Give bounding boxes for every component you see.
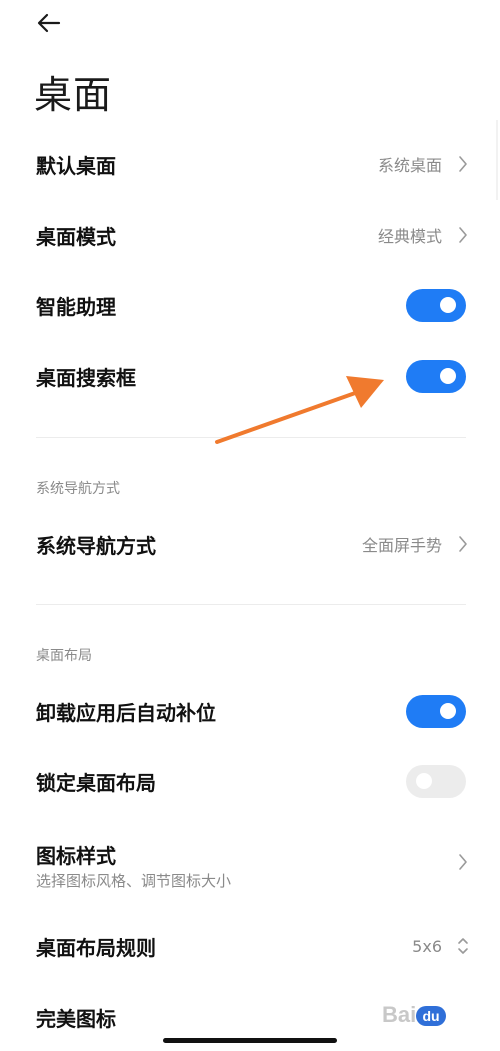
layout-rule-value: 5x6 bbox=[412, 936, 442, 956]
chevron-right-icon bbox=[456, 225, 470, 245]
lock-layout-label: 锁定桌面布局 bbox=[36, 770, 156, 795]
chevron-right-icon bbox=[456, 154, 470, 174]
icon-style-sublabel: 选择图标风格、调节图标大小 bbox=[36, 872, 232, 890]
home-indicator[interactable] bbox=[163, 1038, 337, 1043]
desktop-search-box-toggle[interactable] bbox=[406, 359, 466, 393]
arrow-left-icon bbox=[37, 13, 61, 33]
divider bbox=[36, 604, 466, 605]
watermark-text: Bai bbox=[382, 1002, 417, 1027]
default-desktop-label: 默认桌面 bbox=[36, 153, 116, 178]
auto-fill-row: 卸载应用后自动补位 bbox=[0, 681, 500, 741]
section-header-navigation: 系统导航方式 bbox=[36, 481, 120, 497]
default-desktop-row[interactable]: 默认桌面 系统桌面 bbox=[0, 134, 500, 194]
desktop-mode-value: 经典模式 bbox=[377, 227, 442, 246]
nav-mode-value: 全面屏手势 bbox=[361, 536, 442, 555]
nav-mode-row[interactable]: 系统导航方式 全面屏手势 bbox=[0, 514, 500, 574]
icon-style-label: 图标样式 bbox=[36, 844, 116, 868]
toggle-knob bbox=[440, 703, 456, 719]
smart-assistant-toggle[interactable] bbox=[406, 288, 466, 322]
nav-mode-label: 系统导航方式 bbox=[36, 533, 156, 558]
divider bbox=[36, 437, 466, 438]
lock-layout-row: 锁定桌面布局 bbox=[0, 751, 500, 811]
desktop-search-box-row: 桌面搜索框 bbox=[0, 346, 500, 406]
page-title: 桌面 bbox=[34, 73, 113, 117]
toggle-knob bbox=[440, 368, 456, 384]
smart-assistant-label: 智能助理 bbox=[36, 294, 116, 319]
baidu-watermark: Bai du bbox=[382, 996, 474, 1036]
toggle-knob bbox=[416, 773, 432, 789]
icon-style-row[interactable]: 图标样式 选择图标风格、调节图标大小 bbox=[0, 822, 500, 902]
layout-rule-row[interactable]: 桌面布局规则 5x6 bbox=[0, 916, 500, 976]
chevron-right-icon bbox=[456, 852, 470, 872]
desktop-search-box-label: 桌面搜索框 bbox=[36, 365, 136, 390]
desktop-mode-row[interactable]: 桌面模式 经典模式 bbox=[0, 205, 500, 265]
lock-layout-toggle[interactable] bbox=[406, 764, 466, 798]
auto-fill-label: 卸载应用后自动补位 bbox=[36, 700, 216, 725]
default-desktop-value: 系统桌面 bbox=[377, 156, 442, 175]
toggle-knob bbox=[440, 297, 456, 313]
watermark-badge: du bbox=[416, 1006, 446, 1026]
chevron-right-icon bbox=[456, 534, 470, 554]
back-button[interactable] bbox=[34, 8, 64, 38]
perfect-icons-label: 完美图标 bbox=[36, 1006, 116, 1031]
section-header-layout: 桌面布局 bbox=[36, 648, 92, 664]
auto-fill-toggle[interactable] bbox=[406, 694, 466, 728]
desktop-mode-label: 桌面模式 bbox=[36, 224, 116, 249]
smart-assistant-row: 智能助理 bbox=[0, 275, 500, 335]
chevron-up-down-icon bbox=[456, 936, 470, 956]
layout-rule-label: 桌面布局规则 bbox=[36, 935, 156, 960]
